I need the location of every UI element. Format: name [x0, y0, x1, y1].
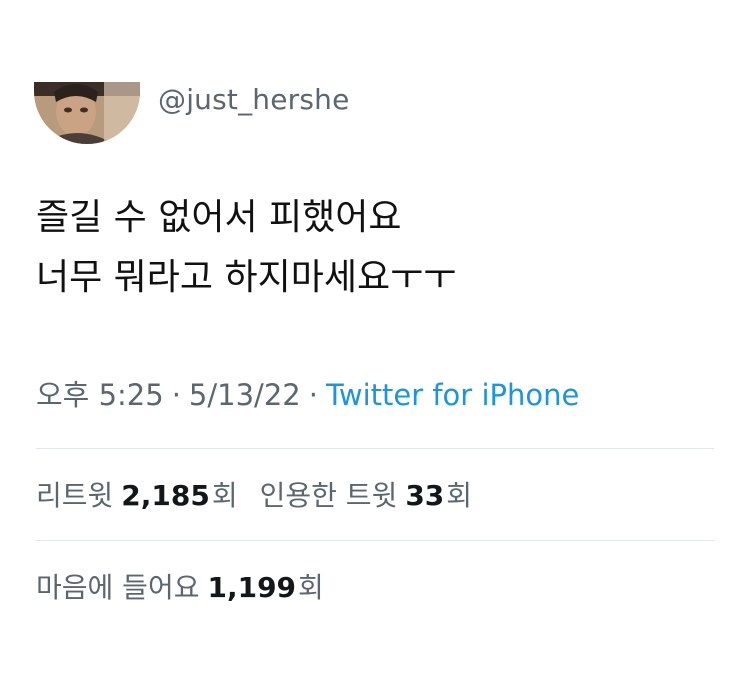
quotes-count: 33 — [405, 479, 445, 512]
tweet-text-line-2: 너무 뭐라고 하지마세요ㅜㅜ — [36, 257, 457, 298]
tweet-header: @just_hershe — [34, 82, 350, 144]
tweet-source-link[interactable]: Twitter for iPhone — [326, 378, 579, 412]
tweet-text: 즐길 수 없어서 피했어요 너무 뭐라고 하지마세요ㅜㅜ — [36, 188, 456, 308]
retweets-unit: 회 — [211, 479, 238, 512]
tweet-card: @just_hershe 즐길 수 없어서 피했어요 너무 뭐라고 하지마세요ㅜ… — [0, 0, 750, 694]
quotes-unit: 회 — [446, 479, 473, 512]
divider — [36, 540, 714, 541]
engagement-stats: 리트윗 2,185회 인용한 트윗 33회 — [36, 474, 472, 514]
retweets-stat[interactable]: 리트윗 2,185회 — [36, 479, 238, 512]
likes-count: 1,199 — [207, 571, 297, 604]
tweet-meta: 오후 5:25 · 5/13/22 · Twitter for iPhone — [36, 372, 579, 414]
retweets-count: 2,185 — [121, 479, 210, 512]
likes-label: 마음에 들어요 — [36, 571, 200, 604]
divider — [36, 448, 714, 449]
meta-separator: · — [171, 378, 181, 412]
tweet-text-line-1: 즐길 수 없어서 피했어요 — [36, 197, 402, 238]
user-handle[interactable]: @just_hershe — [158, 83, 350, 116]
likes-stat[interactable]: 마음에 들어요 1,199회 — [36, 571, 324, 604]
quotes-label: 인용한 트윗 — [259, 479, 398, 512]
meta-separator: · — [308, 378, 318, 412]
likes-unit: 회 — [298, 571, 324, 604]
avatar[interactable] — [34, 82, 140, 144]
avatar-photo-icon — [34, 82, 140, 144]
tweet-date[interactable]: 5/13/22 — [189, 378, 301, 412]
retweets-label: 리트윗 — [36, 479, 114, 512]
tweet-time[interactable]: 오후 5:25 — [36, 378, 164, 412]
likes-stats: 마음에 들어요 1,199회 — [36, 566, 324, 606]
quotes-stat[interactable]: 인용한 트윗 33회 — [260, 479, 472, 512]
